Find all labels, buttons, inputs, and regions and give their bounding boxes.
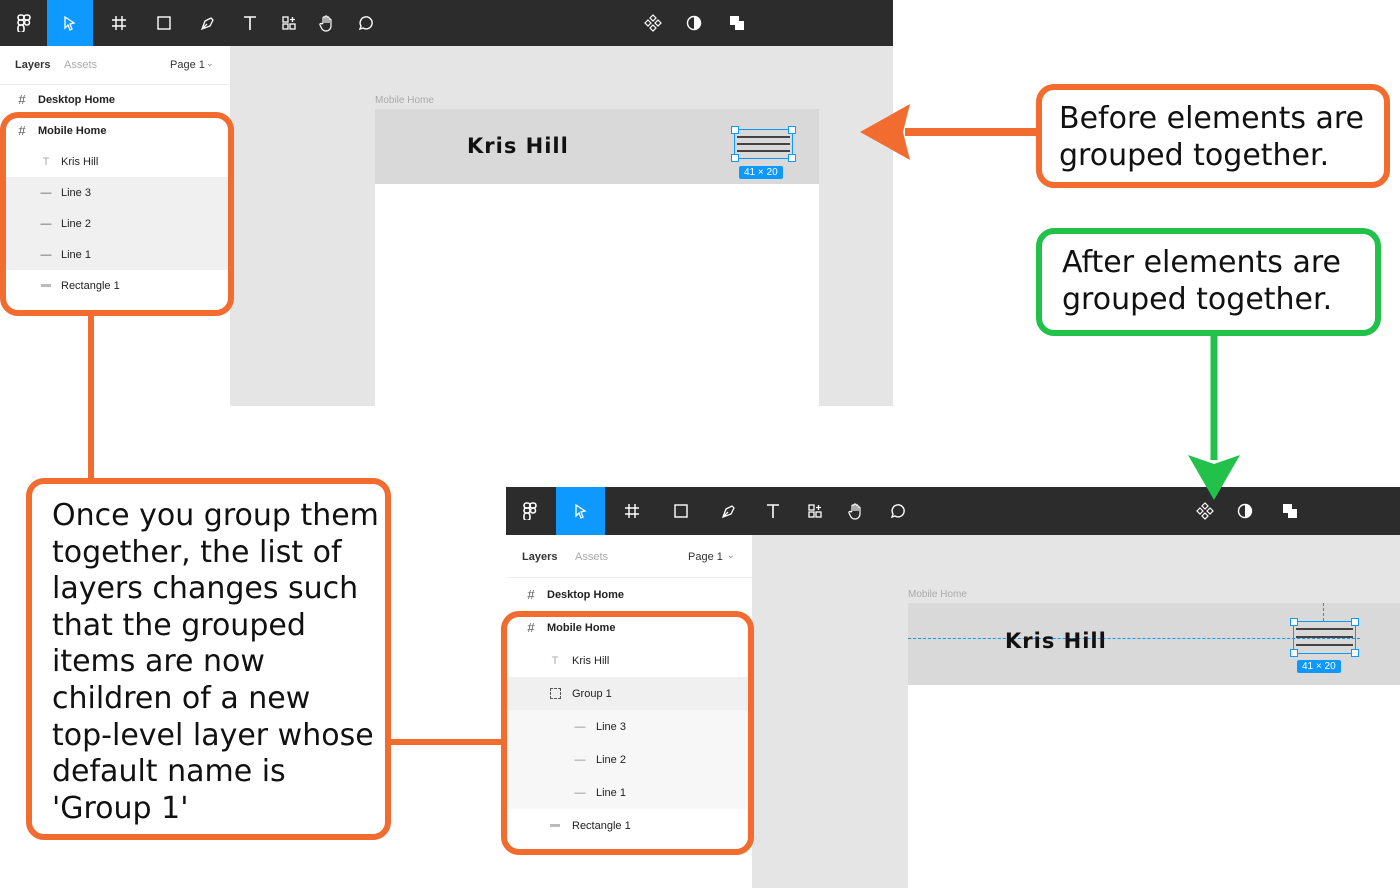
explanation-callout: Once you group them together, the list o… — [26, 478, 391, 840]
orange-arrow-head-icon — [860, 104, 910, 160]
explanation-callout-text: Once you group them together, the list o… — [52, 498, 379, 826]
before-callout: Before elements are grouped together. — [1036, 84, 1390, 188]
before-callout-text: Before elements are grouped together. — [1059, 101, 1365, 173]
green-arrow-head-icon — [1188, 455, 1240, 500]
after-callout-text: After elements are grouped together. — [1062, 245, 1341, 317]
after-callout: After elements are grouped together. — [1036, 228, 1381, 336]
